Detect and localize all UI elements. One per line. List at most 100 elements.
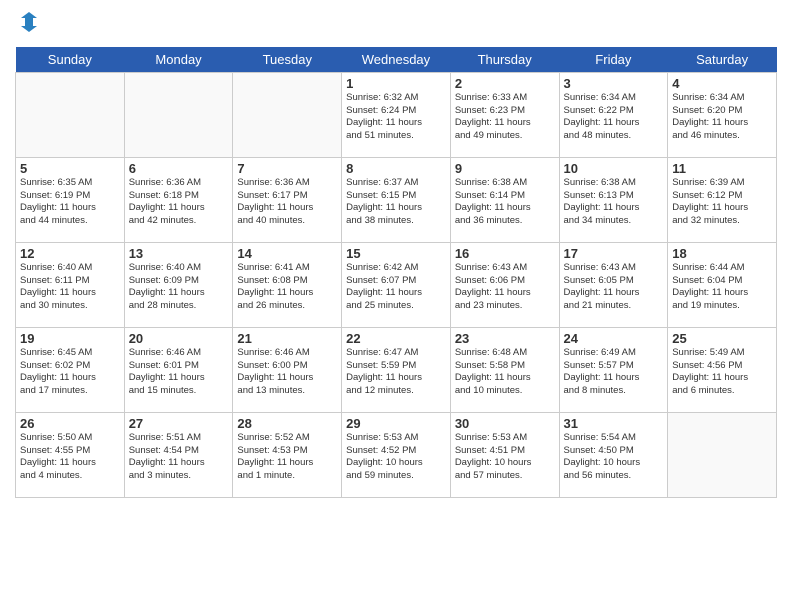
day-info: Sunrise: 6:47 AM Sunset: 5:59 PM Dayligh… — [346, 347, 446, 398]
calendar-cell: 6Sunrise: 6:36 AM Sunset: 6:18 PM Daylig… — [124, 157, 233, 242]
calendar-cell: 17Sunrise: 6:43 AM Sunset: 6:05 PM Dayli… — [559, 242, 668, 327]
calendar-week-5: 26Sunrise: 5:50 AM Sunset: 4:55 PM Dayli… — [16, 412, 777, 497]
logo-icon — [17, 10, 41, 34]
day-number: 20 — [129, 331, 229, 346]
calendar-table: SundayMondayTuesdayWednesdayThursdayFrid… — [15, 47, 777, 498]
day-number: 26 — [20, 416, 120, 431]
day-number: 17 — [564, 246, 664, 261]
day-info: Sunrise: 6:46 AM Sunset: 6:01 PM Dayligh… — [129, 347, 229, 398]
day-info: Sunrise: 6:33 AM Sunset: 6:23 PM Dayligh… — [455, 92, 555, 143]
day-number: 21 — [237, 331, 337, 346]
day-info: Sunrise: 5:53 AM Sunset: 4:52 PM Dayligh… — [346, 432, 446, 483]
day-info: Sunrise: 5:51 AM Sunset: 4:54 PM Dayligh… — [129, 432, 229, 483]
day-number: 12 — [20, 246, 120, 261]
day-info: Sunrise: 6:42 AM Sunset: 6:07 PM Dayligh… — [346, 262, 446, 313]
day-info: Sunrise: 6:36 AM Sunset: 6:18 PM Dayligh… — [129, 177, 229, 228]
calendar-cell: 15Sunrise: 6:42 AM Sunset: 6:07 PM Dayli… — [342, 242, 451, 327]
calendar-cell: 29Sunrise: 5:53 AM Sunset: 4:52 PM Dayli… — [342, 412, 451, 497]
calendar-cell: 30Sunrise: 5:53 AM Sunset: 4:51 PM Dayli… — [450, 412, 559, 497]
day-info: Sunrise: 5:50 AM Sunset: 4:55 PM Dayligh… — [20, 432, 120, 483]
calendar-cell: 24Sunrise: 6:49 AM Sunset: 5:57 PM Dayli… — [559, 327, 668, 412]
day-info: Sunrise: 6:40 AM Sunset: 6:11 PM Dayligh… — [20, 262, 120, 313]
day-number: 25 — [672, 331, 772, 346]
day-number: 3 — [564, 76, 664, 91]
page-container: SundayMondayTuesdayWednesdayThursdayFrid… — [0, 0, 792, 508]
calendar-cell: 21Sunrise: 6:46 AM Sunset: 6:00 PM Dayli… — [233, 327, 342, 412]
day-number: 5 — [20, 161, 120, 176]
weekday-header-friday: Friday — [559, 47, 668, 73]
day-info: Sunrise: 6:34 AM Sunset: 6:20 PM Dayligh… — [672, 92, 772, 143]
day-number: 7 — [237, 161, 337, 176]
day-number: 10 — [564, 161, 664, 176]
day-number: 4 — [672, 76, 772, 91]
day-info: Sunrise: 6:35 AM Sunset: 6:19 PM Dayligh… — [20, 177, 120, 228]
calendar-cell — [16, 72, 125, 157]
weekday-header-monday: Monday — [124, 47, 233, 73]
calendar-cell: 16Sunrise: 6:43 AM Sunset: 6:06 PM Dayli… — [450, 242, 559, 327]
day-number: 1 — [346, 76, 446, 91]
day-info: Sunrise: 6:40 AM Sunset: 6:09 PM Dayligh… — [129, 262, 229, 313]
day-info: Sunrise: 5:49 AM Sunset: 4:56 PM Dayligh… — [672, 347, 772, 398]
weekday-header-thursday: Thursday — [450, 47, 559, 73]
calendar-cell: 31Sunrise: 5:54 AM Sunset: 4:50 PM Dayli… — [559, 412, 668, 497]
calendar-cell — [233, 72, 342, 157]
day-info: Sunrise: 6:41 AM Sunset: 6:08 PM Dayligh… — [237, 262, 337, 313]
logo — [15, 10, 41, 39]
calendar-cell: 4Sunrise: 6:34 AM Sunset: 6:20 PM Daylig… — [668, 72, 777, 157]
calendar-cell: 19Sunrise: 6:45 AM Sunset: 6:02 PM Dayli… — [16, 327, 125, 412]
calendar-cell — [668, 412, 777, 497]
calendar-cell: 1Sunrise: 6:32 AM Sunset: 6:24 PM Daylig… — [342, 72, 451, 157]
calendar-cell: 11Sunrise: 6:39 AM Sunset: 6:12 PM Dayli… — [668, 157, 777, 242]
day-number: 8 — [346, 161, 446, 176]
day-info: Sunrise: 5:54 AM Sunset: 4:50 PM Dayligh… — [564, 432, 664, 483]
calendar-cell: 2Sunrise: 6:33 AM Sunset: 6:23 PM Daylig… — [450, 72, 559, 157]
day-number: 24 — [564, 331, 664, 346]
day-number: 31 — [564, 416, 664, 431]
day-number: 27 — [129, 416, 229, 431]
calendar-week-3: 12Sunrise: 6:40 AM Sunset: 6:11 PM Dayli… — [16, 242, 777, 327]
calendar-cell: 27Sunrise: 5:51 AM Sunset: 4:54 PM Dayli… — [124, 412, 233, 497]
day-info: Sunrise: 6:38 AM Sunset: 6:13 PM Dayligh… — [564, 177, 664, 228]
day-number: 6 — [129, 161, 229, 176]
day-number: 16 — [455, 246, 555, 261]
day-number: 11 — [672, 161, 772, 176]
calendar-week-2: 5Sunrise: 6:35 AM Sunset: 6:19 PM Daylig… — [16, 157, 777, 242]
page-header — [15, 10, 777, 39]
day-number: 28 — [237, 416, 337, 431]
calendar-cell: 7Sunrise: 6:36 AM Sunset: 6:17 PM Daylig… — [233, 157, 342, 242]
calendar-cell: 13Sunrise: 6:40 AM Sunset: 6:09 PM Dayli… — [124, 242, 233, 327]
weekday-header-tuesday: Tuesday — [233, 47, 342, 73]
calendar-cell: 26Sunrise: 5:50 AM Sunset: 4:55 PM Dayli… — [16, 412, 125, 497]
weekday-header-sunday: Sunday — [16, 47, 125, 73]
calendar-cell — [124, 72, 233, 157]
day-info: Sunrise: 5:53 AM Sunset: 4:51 PM Dayligh… — [455, 432, 555, 483]
calendar-cell: 14Sunrise: 6:41 AM Sunset: 6:08 PM Dayli… — [233, 242, 342, 327]
day-info: Sunrise: 6:46 AM Sunset: 6:00 PM Dayligh… — [237, 347, 337, 398]
day-info: Sunrise: 6:45 AM Sunset: 6:02 PM Dayligh… — [20, 347, 120, 398]
day-number: 9 — [455, 161, 555, 176]
day-number: 15 — [346, 246, 446, 261]
day-info: Sunrise: 6:34 AM Sunset: 6:22 PM Dayligh… — [564, 92, 664, 143]
day-info: Sunrise: 5:52 AM Sunset: 4:53 PM Dayligh… — [237, 432, 337, 483]
day-info: Sunrise: 6:43 AM Sunset: 6:05 PM Dayligh… — [564, 262, 664, 313]
day-info: Sunrise: 6:32 AM Sunset: 6:24 PM Dayligh… — [346, 92, 446, 143]
weekday-header-saturday: Saturday — [668, 47, 777, 73]
calendar-cell: 25Sunrise: 5:49 AM Sunset: 4:56 PM Dayli… — [668, 327, 777, 412]
calendar-cell: 23Sunrise: 6:48 AM Sunset: 5:58 PM Dayli… — [450, 327, 559, 412]
day-number: 22 — [346, 331, 446, 346]
day-number: 14 — [237, 246, 337, 261]
calendar-week-4: 19Sunrise: 6:45 AM Sunset: 6:02 PM Dayli… — [16, 327, 777, 412]
calendar-cell: 8Sunrise: 6:37 AM Sunset: 6:15 PM Daylig… — [342, 157, 451, 242]
day-info: Sunrise: 6:36 AM Sunset: 6:17 PM Dayligh… — [237, 177, 337, 228]
day-info: Sunrise: 6:38 AM Sunset: 6:14 PM Dayligh… — [455, 177, 555, 228]
day-number: 19 — [20, 331, 120, 346]
weekday-header-wednesday: Wednesday — [342, 47, 451, 73]
calendar-cell: 22Sunrise: 6:47 AM Sunset: 5:59 PM Dayli… — [342, 327, 451, 412]
calendar-cell: 5Sunrise: 6:35 AM Sunset: 6:19 PM Daylig… — [16, 157, 125, 242]
day-number: 30 — [455, 416, 555, 431]
calendar-cell: 28Sunrise: 5:52 AM Sunset: 4:53 PM Dayli… — [233, 412, 342, 497]
day-number: 2 — [455, 76, 555, 91]
weekday-header-row: SundayMondayTuesdayWednesdayThursdayFrid… — [16, 47, 777, 73]
calendar-week-1: 1Sunrise: 6:32 AM Sunset: 6:24 PM Daylig… — [16, 72, 777, 157]
day-info: Sunrise: 6:37 AM Sunset: 6:15 PM Dayligh… — [346, 177, 446, 228]
